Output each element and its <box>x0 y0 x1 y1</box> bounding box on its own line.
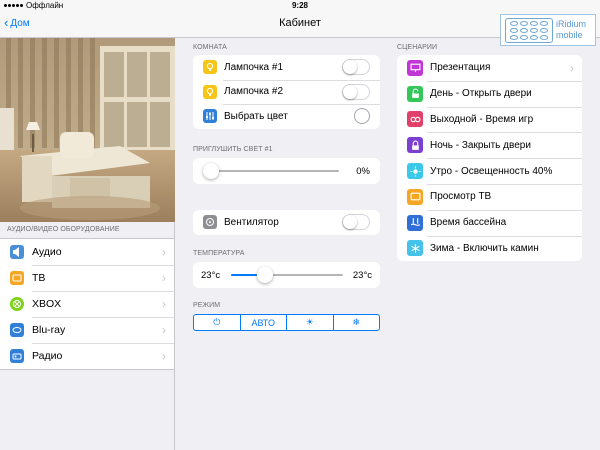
scenario-pool-time[interactable]: Время бассейна <box>397 209 582 236</box>
dimmer-value: 0% <box>356 166 370 177</box>
gamepad-icon <box>407 111 423 128</box>
av-item-tv[interactable]: ТВ › <box>0 265 174 291</box>
scenarios-section-label: СЦЕНАРИИ <box>397 44 438 51</box>
temperature-knob[interactable] <box>257 267 273 283</box>
scenario-label: Зима - Включить камин <box>430 242 539 254</box>
xbox-icon <box>10 297 24 311</box>
navigation-bar: ‹ Дом Кабинет iRidium mobile <box>0 12 600 46</box>
lamp-2-row: Лампочка #2 <box>193 79 380 105</box>
tv-icon <box>10 271 24 285</box>
dimmer-card: 0% <box>193 158 380 184</box>
temperature-track[interactable] <box>231 274 343 276</box>
fan-toggle[interactable] <box>342 214 370 231</box>
sliders-icon <box>203 109 217 124</box>
temperature-max: 23°c <box>352 270 372 281</box>
scenario-label: Утро - Освещенность 40% <box>430 165 553 177</box>
lightbulb-icon <box>203 84 217 99</box>
temperature-section-label: ТЕМПЕРАТУРА <box>193 250 245 257</box>
choose-color-row[interactable]: Выбрать цвет <box>193 104 380 129</box>
av-item-xbox[interactable]: XBOX › <box>0 291 174 317</box>
mode-segmented-control: ⏻ АВТО ☀ ❄ <box>193 314 380 331</box>
mode-sun-segment[interactable]: ☀ <box>286 315 333 330</box>
power-icon: ⏻ <box>213 317 221 327</box>
scenario-winter-fireplace[interactable]: Зима - Включить камин <box>397 235 582 262</box>
unlock-icon <box>407 85 423 102</box>
scenario-night-close-doors[interactable]: Ночь - Закрыть двери <box>397 132 582 158</box>
presentation-icon <box>407 59 423 76</box>
av-item-audio[interactable]: Аудио › <box>0 239 174 265</box>
scenario-label: Презентация <box>430 62 491 74</box>
logo-text-2: mobile <box>556 30 583 40</box>
temperature-min: 23°c <box>201 270 221 281</box>
snowflake-icon <box>407 240 423 257</box>
av-item-label: ТВ <box>32 272 46 284</box>
scenario-label: День - Открыть двери <box>430 88 532 100</box>
av-item-label: Радио <box>32 350 63 362</box>
logo-grid-icon <box>505 18 553 43</box>
sun-icon: ☀ <box>305 317 314 327</box>
mode-fan-segment[interactable]: ❄ <box>332 315 380 330</box>
room-card: Лампочка #1 Лампочка #2 Выбрать цвет <box>193 55 380 129</box>
scenario-morning-light[interactable]: Утро - Освещенность 40% <box>397 158 582 184</box>
temperature-card: 23°c 23°c <box>193 262 380 288</box>
av-item-radio[interactable]: Радио › <box>0 343 174 369</box>
av-list: Аудио › ТВ › XBOX › Blu-ray › Радио › <box>0 238 174 370</box>
dimmer-track[interactable] <box>203 170 339 172</box>
room-section-label: КОМНАТА <box>193 44 227 51</box>
av-item-label: Аудио <box>32 246 62 258</box>
choose-color-label: Выбрать цвет <box>224 110 288 122</box>
fan-label: Вентилятор <box>224 216 279 228</box>
mode-auto-segment[interactable]: АВТО <box>239 315 287 330</box>
lamp-1-row: Лампочка #1 <box>193 55 380 80</box>
room-photo <box>0 38 175 222</box>
chevron-right-icon: › <box>162 245 166 259</box>
mode-power-segment[interactable]: ⏻ <box>194 315 240 330</box>
scenario-label: Выходной - Время игр <box>430 113 534 125</box>
lamp-2-label: Лампочка #2 <box>224 86 284 98</box>
lamp-1-label: Лампочка #1 <box>224 61 284 73</box>
av-panel: АУДИО/ВИДЕО ОБОРУДОВАНИЕ Аудио › ТВ › XB… <box>0 222 175 450</box>
pool-icon <box>407 214 423 231</box>
fan-icon <box>203 215 217 230</box>
scenario-label: Время бассейна <box>430 217 507 229</box>
status-bar: Оффлайн 9:28 <box>0 0 600 12</box>
chevron-right-icon: › <box>162 349 166 363</box>
fan-row: Вентилятор <box>193 210 380 235</box>
chevron-right-icon: › <box>162 323 166 337</box>
chevron-right-icon: › <box>570 60 574 75</box>
scenario-watch-tv[interactable]: Просмотр ТВ <box>397 183 582 210</box>
choose-color-radio[interactable] <box>354 108 370 125</box>
audio-icon <box>10 245 24 259</box>
av-item-label: Blu-ray <box>32 324 66 336</box>
iridium-logo: iRidium mobile <box>500 14 596 46</box>
scenario-label: Ночь - Закрыть двери <box>430 139 531 151</box>
av-section-label: АУДИО/ВИДЕО ОБОРУДОВАНИЕ <box>7 226 120 233</box>
scenario-label: Просмотр ТВ <box>430 191 492 203</box>
av-item-bluray[interactable]: Blu-ray › <box>0 317 174 343</box>
radio-icon <box>10 349 24 363</box>
scenario-weekend-games[interactable]: Выходной - Время игр <box>397 106 582 133</box>
tv-icon <box>407 188 423 205</box>
mode-auto-label: АВТО <box>251 317 276 328</box>
lock-icon <box>407 137 423 154</box>
sun-icon <box>407 163 423 180</box>
lamp-2-toggle[interactable] <box>342 83 370 100</box>
scenario-day-open-doors[interactable]: День - Открыть двери <box>397 80 582 107</box>
scenario-presentation[interactable]: Презентация › <box>397 55 582 81</box>
lamp-1-toggle[interactable] <box>342 59 370 76</box>
lightbulb-icon <box>203 60 217 75</box>
temperature-fill <box>231 274 257 276</box>
mode-section-label: РЕЖИМ <box>193 302 221 309</box>
dimmer-section-label: ПРИГЛУШИТЬ СВЕТ #1 <box>193 146 273 153</box>
chevron-right-icon: › <box>162 271 166 285</box>
status-time: 9:28 <box>291 1 308 10</box>
bluray-icon <box>10 323 24 337</box>
logo-text-1: iRidium <box>556 19 587 29</box>
chevron-right-icon: › <box>162 297 166 311</box>
fan-card: Вентилятор <box>193 210 380 235</box>
dimmer-knob[interactable] <box>203 163 219 179</box>
av-item-label: XBOX <box>32 298 62 310</box>
fan-mode-icon: ❄ <box>352 317 361 327</box>
scenarios-card: Презентация › День - Открыть двери Выход… <box>397 55 582 262</box>
